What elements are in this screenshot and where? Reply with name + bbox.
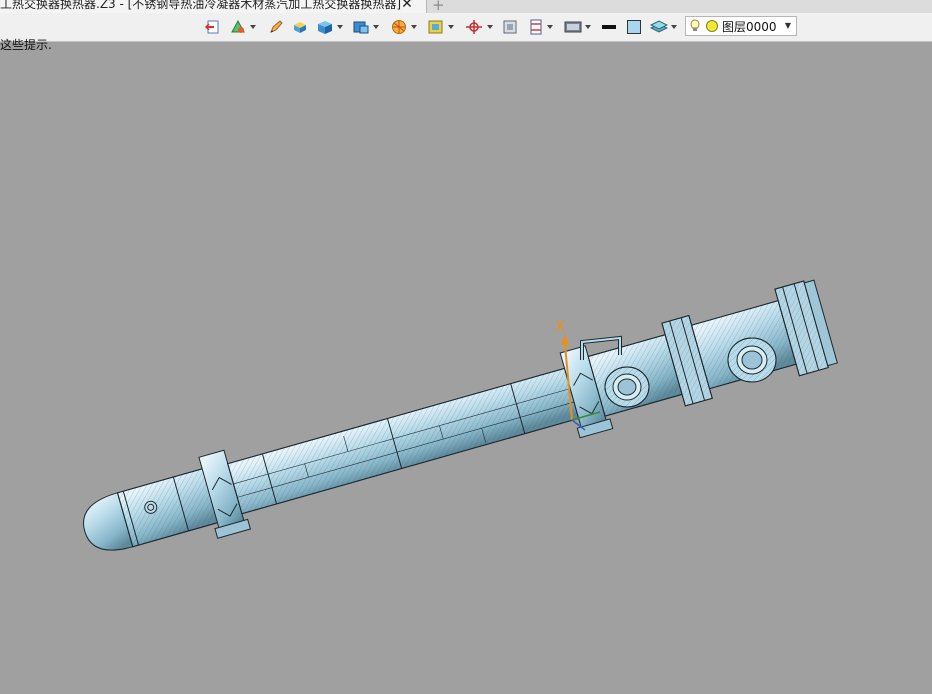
- display-icon[interactable]: [564, 18, 591, 36]
- model-viewport[interactable]: X: [0, 41, 932, 690]
- layer-name: 图层0000: [722, 19, 777, 34]
- tab-bar: 工热交换器换热器.Z3 - [不锈钢导热油冷凝器木材蒸汽加工热交换器换热器] ✕…: [0, 0, 932, 13]
- column-icon[interactable]: [528, 18, 553, 36]
- close-icon[interactable]: ✕: [400, 0, 414, 13]
- pencil-icon[interactable]: [268, 18, 284, 36]
- shading-icon[interactable]: [390, 18, 417, 36]
- heat-exchanger-model: X: [83, 279, 838, 551]
- exit-icon[interactable]: [205, 18, 221, 36]
- origin-icon[interactable]: [464, 18, 493, 36]
- new-tab-icon[interactable]: +: [432, 0, 445, 13]
- section-icon[interactable]: [427, 18, 454, 36]
- line-color-swatch[interactable]: [601, 18, 617, 36]
- layer-visibility-icon[interactable]: [650, 18, 677, 36]
- view-toolbar: 图层0000 ▼: [0, 13, 932, 42]
- cube-icon[interactable]: [316, 18, 343, 36]
- cone-icon[interactable]: [229, 18, 256, 36]
- frame-icon[interactable]: [502, 18, 518, 36]
- document-tab-title: 工热交换器换热器.Z3 - [不锈钢导热油冷凝器木材蒸汽加工热交换器换热器]: [0, 0, 401, 11]
- fill-color-swatch[interactable]: [626, 18, 642, 36]
- chevron-down-icon[interactable]: ▼: [785, 21, 791, 30]
- document-tab[interactable]: 工热交换器换热器.Z3 - [不锈钢导热油冷凝器木材蒸汽加工热交换器换热器] ✕: [0, 0, 427, 13]
- shaded-box-icon[interactable]: [292, 18, 308, 36]
- layer-dropdown[interactable]: 图层0000 ▼: [685, 16, 797, 36]
- x-axis-label: X: [555, 317, 565, 335]
- bulb-icon: [690, 19, 718, 32]
- view-cube-icon[interactable]: [352, 18, 379, 36]
